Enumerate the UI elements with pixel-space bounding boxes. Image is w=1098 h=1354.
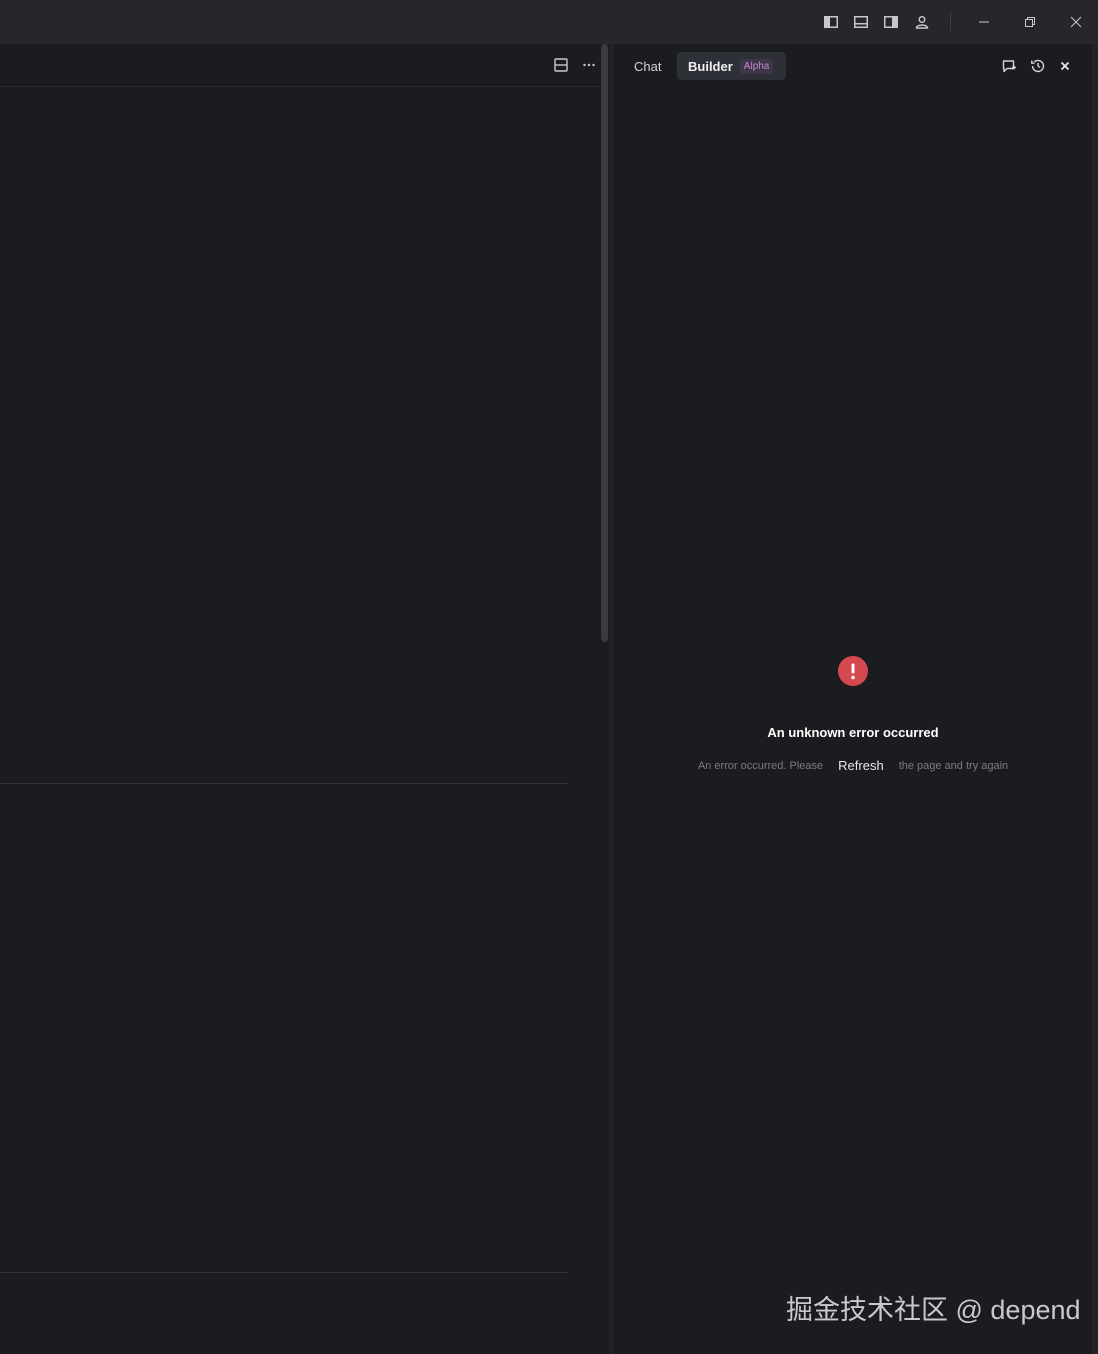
tab-builder[interactable]: Builder Alpha: [677, 52, 786, 80]
error-icon: [838, 656, 868, 686]
titlebar-divider: [950, 12, 951, 31]
watermark: 掘金技术社区 @ depend: [786, 1295, 1081, 1325]
error-message-before: An error occurred. Please: [697, 759, 824, 772]
minimize-icon[interactable]: [974, 12, 994, 32]
editor-divider: [0, 783, 568, 784]
tab-chat[interactable]: Chat: [624, 52, 671, 80]
editor-scrollbar[interactable]: [600, 44, 609, 1310]
error-message-after: the page and try again: [898, 759, 1009, 772]
editor-header: [0, 44, 600, 87]
toggle-bottom-panel-icon[interactable]: [851, 12, 871, 32]
close-panel-icon[interactable]: [1055, 56, 1075, 76]
refresh-link[interactable]: Refresh: [838, 758, 884, 773]
tab-chat-label: Chat: [634, 58, 662, 74]
more-actions-icon[interactable]: [579, 55, 599, 75]
split-editor-icon[interactable]: [551, 55, 571, 75]
error-message: An error occurred. Please Refresh the pa…: [614, 758, 1092, 773]
title-bar: [0, 0, 1098, 44]
editor-divider: [0, 1272, 568, 1273]
restore-icon[interactable]: [1020, 12, 1040, 32]
alpha-badge: Alpha: [739, 58, 774, 74]
tab-builder-label: Builder: [688, 58, 733, 74]
editor-area: [0, 44, 609, 1354]
history-icon[interactable]: [1028, 56, 1048, 76]
new-chat-icon[interactable]: [999, 56, 1019, 76]
scrollbar-thumb[interactable]: [601, 44, 608, 642]
error-title: An unknown error occurred: [767, 725, 939, 740]
toggle-right-sidebar-icon[interactable]: [881, 12, 901, 32]
account-icon[interactable]: [912, 12, 932, 32]
toggle-left-sidebar-icon[interactable]: [821, 12, 841, 32]
close-icon[interactable]: [1066, 12, 1086, 32]
panel-edge: [1092, 44, 1098, 1354]
ai-panel: Chat Builder Alpha An unknown error occu…: [614, 44, 1092, 1354]
